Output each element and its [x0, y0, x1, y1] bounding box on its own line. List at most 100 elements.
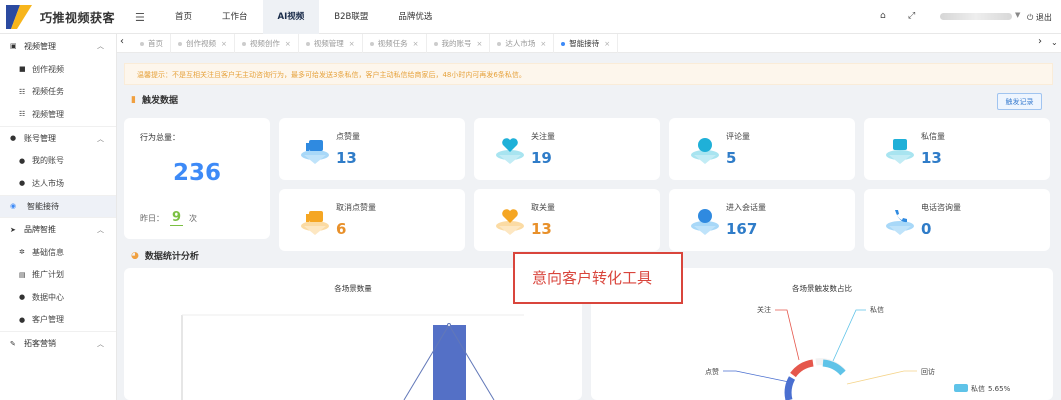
nav-ai-video[interactable]: AI视频: [262, 0, 320, 34]
close-icon[interactable]: ×: [285, 40, 291, 48]
sidebar-group-video[interactable]: ▣ 视频管理 ︿: [0, 34, 116, 58]
tab-dot: [178, 41, 182, 46]
legend-value: 5.65%: [988, 385, 1011, 393]
section-trigger-data: ▮ 触发数据: [131, 94, 178, 107]
chevron-up-icon: ︿: [97, 226, 104, 234]
chevron-down-icon[interactable]: ▼: [1015, 11, 1020, 19]
heart-icon: [496, 138, 524, 164]
sidebar-item-customer-manage[interactable]: ● 客户管理: [0, 309, 116, 332]
sidebar-item-data-center[interactable]: ● 数据中心: [0, 286, 116, 309]
label-line: [775, 309, 800, 361]
user-icon: ●: [19, 156, 26, 165]
nav-brand[interactable]: 品牌优选: [383, 0, 447, 34]
tab-talent-market[interactable]: 达人市场 ×: [490, 34, 555, 53]
sidebar-item-create-video[interactable]: ■ 创作视频: [0, 58, 116, 81]
bar: [433, 325, 466, 400]
tab-dot: [369, 41, 374, 46]
trigger-record-button[interactable]: 触发记录: [997, 93, 1042, 110]
sidebar-item-talent-market[interactable]: ● 达人市场: [0, 172, 116, 195]
close-icon[interactable]: ×: [540, 40, 546, 48]
pie-chart-icon: ◕: [131, 250, 139, 261]
power-icon: ⏻: [1027, 13, 1034, 22]
chevron-left-icon[interactable]: ‹: [120, 36, 124, 47]
stat-card-unlikes: 取消点赞量 6: [279, 189, 465, 251]
eye-icon: ◉: [10, 202, 17, 211]
tab-dot: [561, 41, 566, 46]
fullscreen-icon[interactable]: ⤢: [908, 11, 915, 21]
close-icon[interactable]: ×: [604, 40, 610, 48]
sidebar-group-marketing[interactable]: ✎ 拓客营销 ︿: [0, 331, 116, 355]
sidebar-item-basic-info[interactable]: ✲ 基础信息: [0, 241, 116, 264]
camera-icon: ■: [19, 65, 26, 74]
sidebar-item-smart-reception[interactable]: ◉ 智能接待: [0, 194, 116, 217]
people-icon: ●: [19, 293, 26, 302]
calendar-icon: ▤: [19, 270, 26, 279]
warning-notice: 温馨提示：不是互相关注且客户无主动咨询行为，最多可给发送3条私信，客户主动私信给…: [124, 63, 1053, 85]
label-line: [846, 370, 917, 385]
sidebar-item-my-account[interactable]: ● 我的账号: [0, 150, 116, 173]
app-title: 巧推视频获客: [40, 11, 116, 25]
tab-create-video[interactable]: 创作视频 ×: [171, 34, 235, 53]
gear-icon: ✲: [19, 248, 25, 257]
top-bar: 巧推视频获客 ☰ 首页 工作台 AI视频 B2B联盟 品牌优选 ⌂ ⤢ ▼ ⏻ …: [0, 0, 1061, 34]
stat-card-follows: 关注量 19: [474, 118, 660, 180]
menu-fold-icon[interactable]: ☰: [135, 11, 145, 24]
home-icon[interactable]: ⌂: [880, 11, 886, 21]
stat-card-likes: 点赞量 13: [279, 118, 465, 180]
sidebar-item-video-task[interactable]: ☷ 视频任务: [0, 81, 116, 104]
thumb-up-icon: [301, 211, 329, 235]
total-value: 236: [172, 160, 221, 186]
tab-my-account[interactable]: 我的账号 ×: [427, 34, 491, 53]
tab-dot: [497, 41, 502, 46]
total-label: 行为总量：: [140, 133, 180, 142]
annotation-callout: 意向客户转化工具: [513, 252, 683, 304]
tab-dot: [305, 41, 310, 46]
users-icon: ●: [10, 134, 17, 142]
nav-b2b[interactable]: B2B联盟: [319, 0, 383, 34]
pie-label: 私信: [870, 305, 884, 314]
close-icon[interactable]: ×: [221, 40, 227, 48]
sidebar-item-promo-plan[interactable]: ▤ 推广计划: [0, 264, 116, 287]
sidebar-group-account[interactable]: ● 账号管理 ︿: [0, 125, 116, 150]
tab-video-creation[interactable]: 视频创作 ×: [235, 34, 299, 53]
chevron-up-icon: ︿: [97, 134, 104, 143]
close-icon[interactable]: ×: [413, 40, 419, 48]
stat-card-unfollows: 取关量 13: [474, 189, 660, 251]
tabs-bar: ‹ 首页 创作视频 × 视频创作 × 视频管理 × 视频任务 × 我的账号 × 达人市场 ×…: [117, 34, 1061, 53]
tabs: 首页 创作视频 × 视频创作 × 视频管理 × 视频任务 × 我的账号 × 达人市场 × 智…: [133, 34, 619, 53]
tab-home[interactable]: 首页: [133, 34, 171, 53]
chevron-down-icon[interactable]: ⌄: [1051, 38, 1058, 47]
close-icon[interactable]: ×: [349, 40, 355, 48]
legend-label: 私信: [971, 384, 985, 393]
user-name[interactable]: [940, 13, 1012, 20]
tab-video-task[interactable]: 视频任务 ×: [363, 34, 427, 53]
tab-smart-reception[interactable]: 智能接待 ×: [554, 34, 619, 53]
app-logo: [6, 5, 32, 29]
section-data-analysis: ◕ 数据统计分析: [131, 250, 199, 263]
label-line: [832, 309, 866, 362]
chevron-up-icon: ︿: [97, 340, 104, 348]
legend-swatch: [954, 384, 968, 392]
nav-workbench[interactable]: 工作台: [207, 0, 263, 34]
stat-card-messages: 私信量 13: [864, 118, 1050, 180]
stat-card-sessions: 进入会话量 167: [669, 189, 855, 251]
sidebar-group-brand[interactable]: ➤ 品牌智推 ︿: [0, 217, 116, 241]
label-line: [723, 370, 790, 383]
close-icon[interactable]: ×: [477, 40, 483, 48]
chevron-right-icon[interactable]: ›: [1038, 36, 1042, 47]
thumb-up-icon: [301, 140, 329, 164]
stat-card-comments: 评论量 5: [669, 118, 855, 180]
film-icon: ▣: [10, 42, 17, 50]
sidebar-item-video-manage[interactable]: ☷ 视频管理: [0, 103, 116, 126]
top-nav: 首页 工作台 AI视频 B2B联盟 品牌优选: [160, 0, 447, 34]
nav-home[interactable]: 首页: [160, 0, 207, 34]
logout-button[interactable]: ⏻ 退出: [1027, 12, 1052, 23]
list-icon: ☷: [19, 87, 26, 96]
pie-label: 点赞: [705, 367, 719, 376]
chat-icon: [691, 209, 719, 235]
phone-icon: [886, 210, 914, 235]
rocket-icon: ➤: [10, 225, 16, 234]
user-icon: ●: [19, 179, 26, 188]
heart-icon: [496, 209, 524, 235]
tab-video-manage[interactable]: 视频管理 ×: [299, 34, 363, 53]
